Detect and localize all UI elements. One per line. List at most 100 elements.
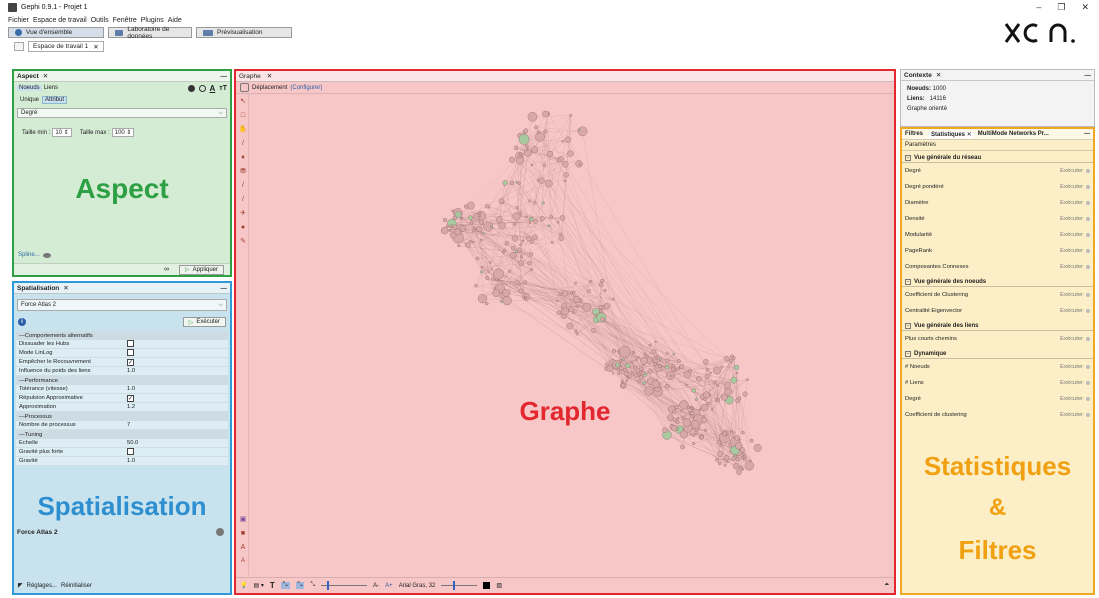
graph-node[interactable] bbox=[488, 261, 491, 264]
graph-node[interactable] bbox=[652, 362, 657, 366]
graph-node[interactable] bbox=[734, 435, 740, 441]
menu-plugins[interactable]: Plugins bbox=[141, 17, 164, 24]
graph-node[interactable] bbox=[514, 280, 520, 286]
stat-info-icon[interactable] bbox=[1086, 201, 1090, 205]
graph-node[interactable] bbox=[717, 450, 724, 457]
graph-node[interactable] bbox=[620, 379, 624, 383]
graph-node[interactable] bbox=[612, 372, 615, 375]
graph-node[interactable] bbox=[664, 384, 670, 389]
graph-node[interactable] bbox=[620, 383, 626, 388]
graph-node[interactable] bbox=[504, 241, 509, 246]
graph-node[interactable] bbox=[524, 144, 529, 148]
graph-node[interactable] bbox=[715, 384, 719, 387]
graph-node[interactable] bbox=[442, 217, 448, 222]
graph-node[interactable] bbox=[739, 465, 743, 470]
graph-node[interactable] bbox=[524, 295, 527, 299]
label-attributes-icon[interactable]: ▧ bbox=[496, 582, 502, 589]
graph-node[interactable] bbox=[622, 358, 625, 361]
settings-link[interactable]: Réglages... bbox=[27, 583, 57, 589]
graph-node[interactable] bbox=[515, 181, 518, 184]
graph-node[interactable] bbox=[561, 139, 564, 143]
label-size-mode-icon[interactable]: ⤡ bbox=[295, 582, 305, 589]
graph-node[interactable] bbox=[530, 163, 534, 167]
graph-node[interactable] bbox=[640, 356, 648, 365]
property-category[interactable]: — Processus bbox=[16, 412, 228, 421]
mode-data-lab-button[interactable]: Laboratoire de données bbox=[108, 26, 192, 40]
graph-node[interactable] bbox=[699, 435, 704, 440]
size-max-stepper[interactable]: 100 ⇕ bbox=[111, 128, 135, 137]
paint-tool-icon[interactable]: ⛃ bbox=[238, 166, 248, 176]
context-minimize-icon[interactable]: — bbox=[1085, 72, 1092, 79]
graph-node[interactable] bbox=[477, 214, 481, 218]
attribute-select[interactable]: Degré ⌵ bbox=[17, 108, 227, 118]
property-value[interactable] bbox=[124, 348, 228, 358]
graph-node[interactable] bbox=[498, 221, 506, 230]
graph-node[interactable] bbox=[542, 110, 549, 118]
graph-node[interactable] bbox=[546, 150, 554, 158]
apply-button[interactable]: ▷ Appliquer bbox=[179, 264, 224, 275]
property-category[interactable]: — Performance bbox=[16, 376, 228, 385]
graph-node[interactable] bbox=[569, 291, 573, 295]
graph-node[interactable] bbox=[502, 250, 505, 254]
graph-node[interactable] bbox=[692, 442, 696, 446]
graph-node[interactable] bbox=[589, 279, 593, 284]
graph-node[interactable] bbox=[591, 327, 597, 333]
menu-fichier[interactable]: Fichier bbox=[8, 17, 29, 24]
graph-node[interactable] bbox=[490, 268, 493, 271]
graph-node[interactable] bbox=[647, 368, 653, 374]
edge-scale-slider[interactable] bbox=[321, 581, 368, 590]
graph-node[interactable] bbox=[578, 163, 581, 166]
background-color-icon[interactable]: ■ bbox=[238, 528, 248, 538]
mode-overview-button[interactable]: Vue d'ensemble bbox=[8, 27, 104, 38]
graph-node[interactable] bbox=[517, 181, 521, 185]
graph-node[interactable] bbox=[525, 148, 529, 151]
shortest-path-tool-icon[interactable]: ✈ bbox=[238, 208, 248, 218]
graph-node[interactable] bbox=[470, 220, 474, 224]
context-tab[interactable]: Contexte ✕ — bbox=[901, 70, 1094, 81]
graph-node[interactable] bbox=[753, 443, 762, 452]
graph-node[interactable] bbox=[731, 456, 737, 461]
graph-node[interactable] bbox=[476, 226, 483, 232]
graph-node[interactable] bbox=[730, 376, 738, 384]
collapse-icon[interactable]: − bbox=[905, 322, 911, 329]
graph-node[interactable] bbox=[672, 352, 676, 356]
graph-node[interactable] bbox=[724, 355, 730, 362]
graph-node[interactable] bbox=[600, 317, 605, 322]
graph-node[interactable] bbox=[558, 291, 563, 296]
graph-node[interactable] bbox=[735, 371, 739, 374]
drag-tool-icon[interactable] bbox=[240, 83, 249, 92]
graph-node[interactable] bbox=[543, 129, 548, 134]
property-category[interactable]: — Tuning bbox=[16, 430, 228, 439]
graph-node[interactable] bbox=[665, 352, 669, 355]
graph-node[interactable] bbox=[502, 180, 508, 186]
run-stat-button[interactable]: Exécuter bbox=[1060, 412, 1090, 418]
graph-node[interactable] bbox=[465, 242, 471, 248]
aspect-close-icon[interactable]: ✕ bbox=[43, 72, 48, 80]
graph-node[interactable] bbox=[736, 469, 742, 475]
graph-node[interactable] bbox=[523, 280, 527, 285]
graph-node[interactable] bbox=[567, 150, 574, 157]
graph-node[interactable] bbox=[472, 241, 475, 244]
graph-node[interactable] bbox=[637, 372, 642, 377]
edit-tool-icon[interactable]: ✎ bbox=[238, 236, 248, 246]
graph-node[interactable] bbox=[479, 238, 483, 242]
statistics-close-icon[interactable]: ✕ bbox=[967, 132, 972, 138]
menu-outils[interactable]: Outils bbox=[91, 17, 109, 24]
run-stat-button[interactable]: Exécuter bbox=[1060, 308, 1090, 314]
graph-node[interactable] bbox=[525, 215, 528, 219]
graph-node[interactable] bbox=[485, 276, 490, 280]
graph-node[interactable] bbox=[568, 306, 575, 313]
graph-node[interactable] bbox=[684, 383, 688, 387]
label-size-icon[interactable]: A bbox=[238, 556, 248, 566]
graph-node[interactable] bbox=[720, 365, 724, 369]
graph-node[interactable] bbox=[562, 290, 569, 297]
graph-node[interactable] bbox=[556, 220, 560, 224]
graph-node[interactable] bbox=[541, 201, 545, 205]
graph-tab[interactable]: Graphe ✕ bbox=[236, 71, 894, 82]
graph-node[interactable] bbox=[451, 209, 455, 213]
graph-node[interactable] bbox=[749, 438, 754, 443]
graph-node[interactable] bbox=[635, 358, 638, 362]
graph-node[interactable] bbox=[514, 249, 519, 254]
layout-select[interactable]: Force Atlas 2 ⌵ bbox=[17, 299, 227, 311]
graph-close-icon[interactable]: ✕ bbox=[267, 72, 272, 80]
